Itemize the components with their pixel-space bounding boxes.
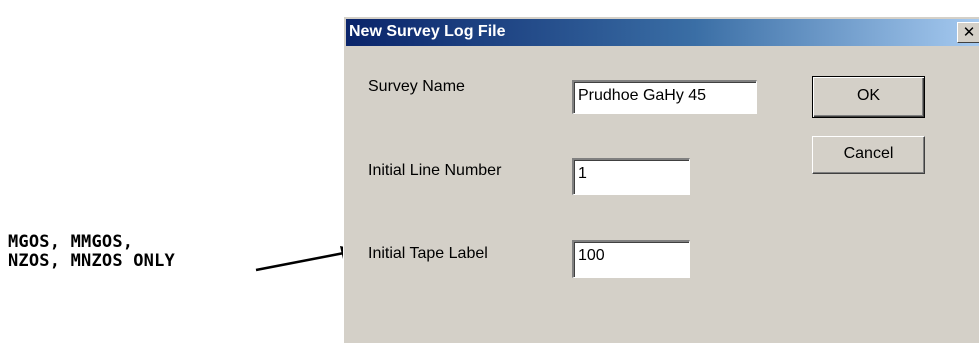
initial-line-number-value: 1 [578, 165, 587, 182]
annotation-line-1: MGOS, MMGOS, [8, 232, 134, 252]
initial-tape-label-input[interactable]: 100 [572, 240, 690, 278]
survey-name-input[interactable]: Prudhoe GaHy 45 [572, 80, 757, 114]
dialog-titlebar[interactable]: New Survey Log File ✕ [346, 19, 979, 46]
annotation-line-2: NZOS, MNZOS ONLY [8, 251, 175, 271]
ok-button-label: OK [856, 87, 881, 104]
annotation-note: MGOS, MMGOS, NZOS, MNZOS ONLY [8, 233, 268, 271]
initial-tape-label-label: Initial Tape Label [368, 245, 488, 262]
close-icon: ✕ [962, 23, 976, 41]
dialog-title: New Survey Log File [349, 23, 506, 40]
initial-line-number-label: Initial Line Number [368, 162, 502, 179]
survey-name-label: Survey Name [368, 78, 465, 95]
cancel-button-label: Cancel [843, 145, 894, 162]
ok-button[interactable]: OK [812, 76, 925, 118]
close-button[interactable]: ✕ [957, 22, 979, 43]
new-survey-log-dialog: New Survey Log File ✕ Survey Name Prudho… [343, 16, 979, 343]
initial-line-number-input[interactable]: 1 [572, 158, 690, 195]
survey-name-value: Prudhoe GaHy 45 [578, 87, 707, 104]
initial-tape-label-value: 100 [578, 247, 605, 264]
annotation-arrow-shaft [255, 251, 345, 272]
cancel-button[interactable]: Cancel [812, 136, 925, 174]
